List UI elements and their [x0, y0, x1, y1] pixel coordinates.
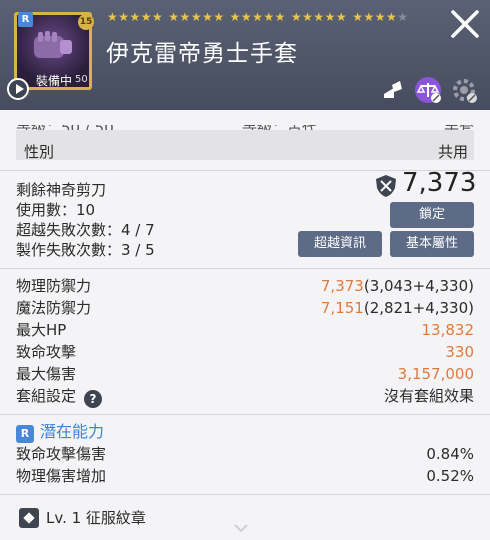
- stat-label: 最大HP: [16, 321, 67, 339]
- set-value: 沒有套組效果: [383, 387, 474, 405]
- stat-row: 最大傷害 3,157,000: [16, 364, 474, 384]
- stat-value: 13,832: [421, 321, 475, 339]
- stat-label: 致命攻擊: [16, 343, 77, 361]
- potential-label: 物理傷害增加: [16, 467, 107, 485]
- settings-disabled-icon[interactable]: [450, 76, 478, 104]
- stat-label: 物理防禦力: [16, 277, 92, 295]
- chevron-down-icon[interactable]: [233, 523, 249, 533]
- potential-value: 0.84%: [426, 445, 474, 463]
- stat-detail: (3,043+4,330): [363, 277, 474, 295]
- uses-text: 使用數：10: [16, 201, 96, 219]
- stat-value: 7,151: [320, 299, 364, 317]
- stat-row: 魔法防禦力 7,151(2,821+4,330): [16, 298, 474, 318]
- stat-row: 物理防禦力 7,373(3,043+4,330): [16, 276, 474, 296]
- potential-line: 物理傷害增加 0.52%: [16, 466, 474, 486]
- close-icon[interactable]: [447, 6, 483, 42]
- emblem-label: Lv. 1 征服紋章: [46, 509, 146, 527]
- stat-row: 致命攻擊 330: [16, 342, 474, 362]
- scissors-label: 剩餘神奇剪刀: [16, 181, 107, 199]
- gender-value: 共用: [437, 143, 468, 161]
- scissors-count: 7,373: [402, 168, 477, 198]
- divider: [0, 414, 490, 415]
- gender-label: 性別: [24, 143, 55, 161]
- item-header: R 15 裝備中 50 ★★★★★ ★★★★★ ★★★★★ ★★★★★ ★★★★★ 伊克…: [0, 0, 490, 110]
- scissors-shield-icon: [376, 175, 396, 197]
- potential-header: R 潛在能力: [16, 422, 474, 444]
- item-details-panel: 等級：50 / 50 等級：古代 手套 性別 共用 剩餘神奇剪刀 7,373 使…: [0, 110, 490, 540]
- stat-label: 最大傷害: [16, 365, 77, 383]
- stat-value: 7,373: [320, 277, 364, 295]
- set-label: 套組設定: [16, 387, 77, 405]
- info-row-gender: 性別 共用: [16, 142, 474, 162]
- stat-label: 魔法防禦力: [16, 299, 92, 317]
- scale-compare-icon[interactable]: [414, 76, 442, 104]
- share-icon[interactable]: [380, 76, 408, 104]
- glove-icon: [34, 31, 72, 58]
- divider: [0, 268, 490, 269]
- potential-value: 0.52%: [426, 467, 474, 485]
- transcend-fail-text: 超越失敗次數：4 / 7: [16, 221, 155, 239]
- stat-row: 最大HP 13,832: [16, 320, 474, 340]
- star-empty: ★: [397, 10, 409, 24]
- stat-detail: (2,821+4,330): [363, 299, 474, 317]
- help-icon[interactable]: ?: [84, 390, 103, 408]
- potential-line: 致命攻擊傷害 0.84%: [16, 444, 474, 464]
- emblem-row[interactable]: Lv. 1 征服紋章: [46, 508, 474, 528]
- item-level-label: 50: [75, 74, 88, 85]
- star-group: ★★★★★: [168, 10, 225, 24]
- set-row: 套組設定? 沒有套組效果: [16, 386, 474, 408]
- craft-fail-text: 製作失敗次數：3 / 5: [16, 241, 155, 259]
- star-group: ★★★★★: [290, 10, 348, 24]
- star-force-row: ★★★★★ ★★★★★ ★★★★★ ★★★★★ ★★★★★: [107, 10, 408, 24]
- star-group: ★★★★★: [229, 10, 286, 24]
- base-attribute-button[interactable]: 基本屬性: [390, 231, 474, 257]
- stat-value: 330: [445, 343, 474, 361]
- transcend-info-button[interactable]: 超越資訊: [298, 231, 382, 257]
- item-name: 伊克雷帝勇士手套: [106, 41, 298, 67]
- rank-badge: R: [18, 12, 33, 27]
- stat-value: 3,157,000: [397, 365, 474, 383]
- divider: [0, 494, 490, 495]
- potential-title: 潛在能力: [40, 422, 105, 441]
- play-button[interactable]: [7, 78, 29, 100]
- potential-label: 致命攻擊傷害: [16, 445, 107, 463]
- star-group: ★★★★★: [107, 10, 164, 24]
- emblem-icon: [19, 508, 39, 528]
- lock-button[interactable]: 鎖定: [390, 202, 474, 228]
- potential-rank-badge: R: [16, 425, 34, 443]
- upgrade-count-badge: 15: [78, 14, 94, 30]
- star-group: ★★★★: [352, 10, 398, 24]
